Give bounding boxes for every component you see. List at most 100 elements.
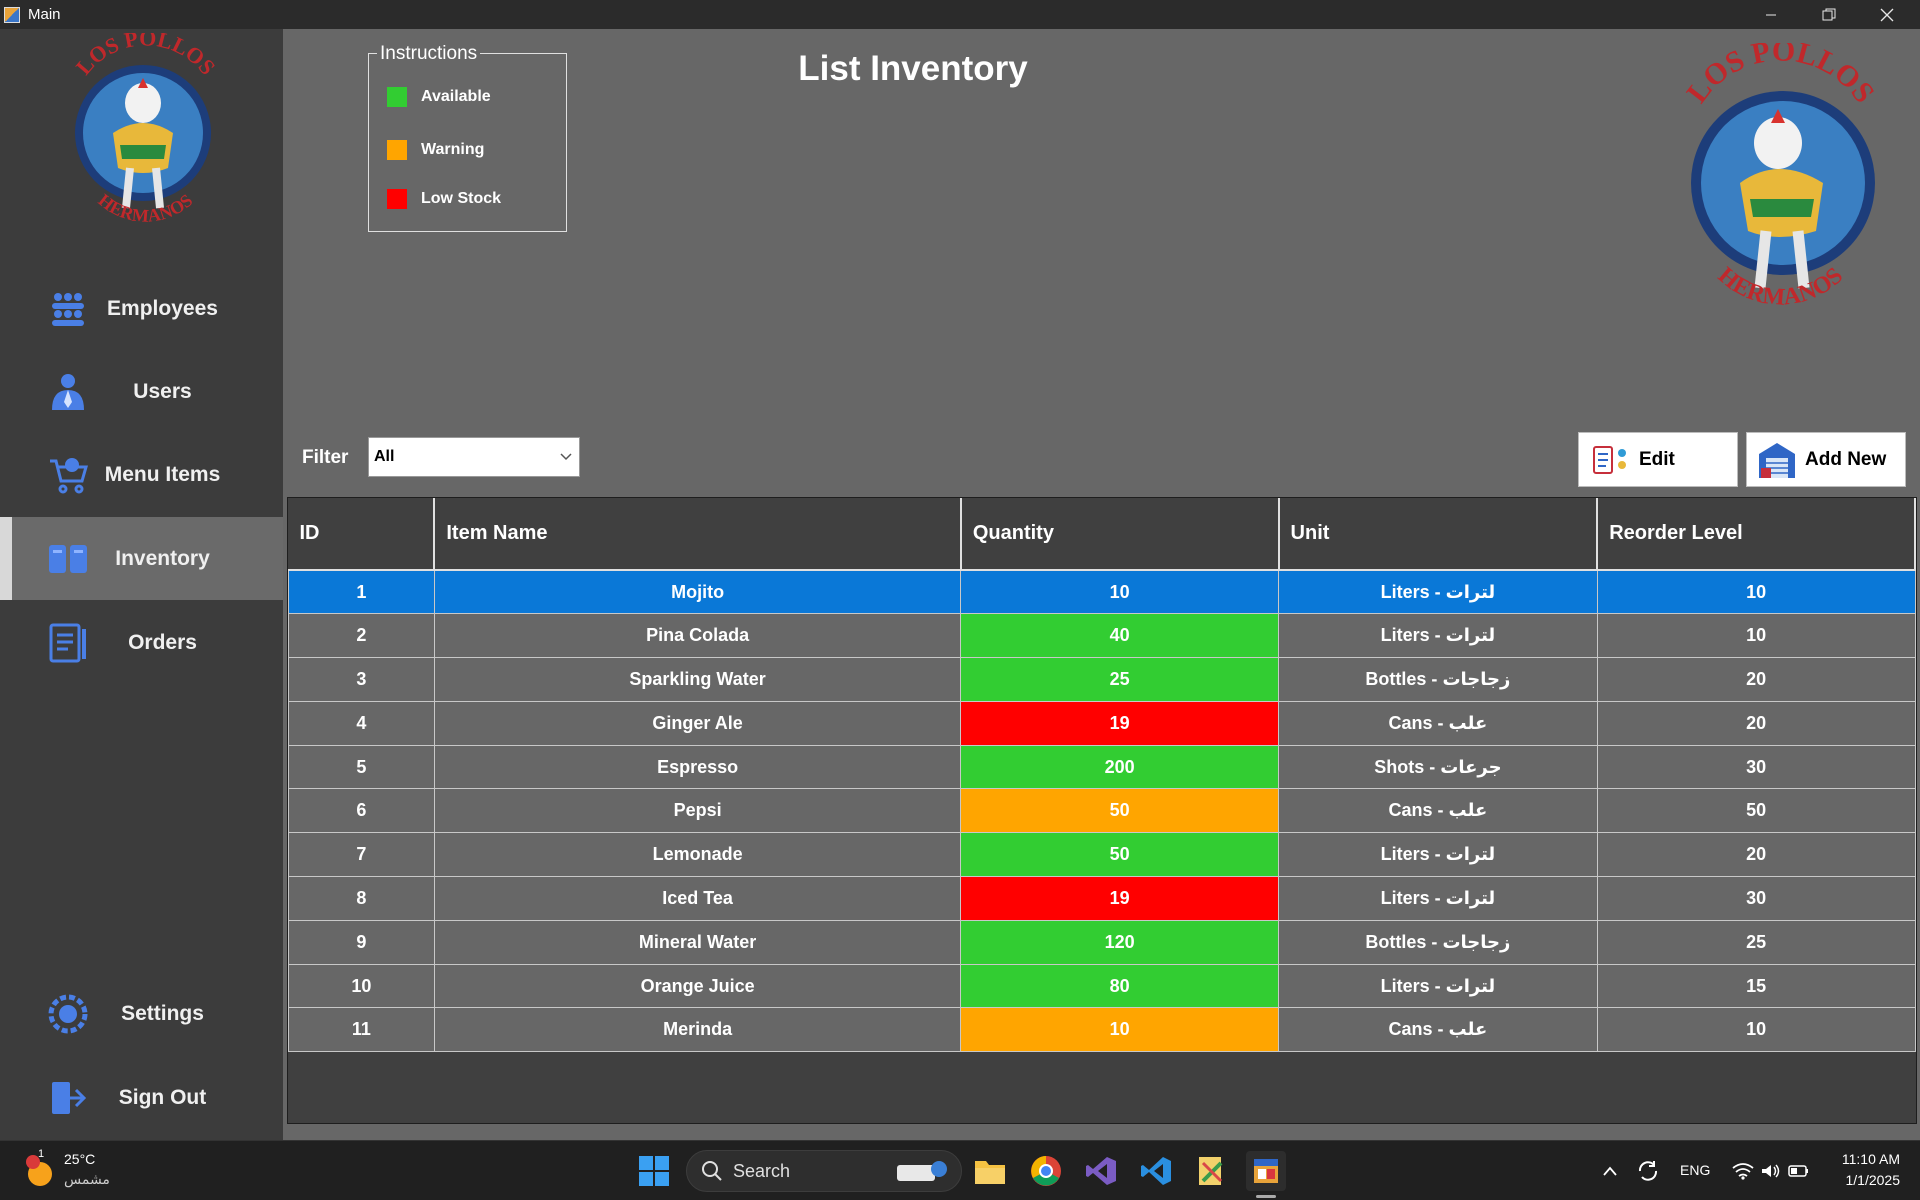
table-row[interactable]: 9 Mineral Water 120 Bottles - زجاجات 25 <box>288 919 1916 965</box>
column-header-unit[interactable]: Unit <box>1278 498 1599 571</box>
tools-app-button[interactable] <box>1191 1151 1231 1191</box>
sidebar-item-orders[interactable]: Orders <box>0 601 283 684</box>
cell-unit[interactable]: Cans - علب <box>1278 788 1598 834</box>
cell-item-name[interactable]: Ginger Ale <box>433 700 962 746</box>
chrome-button[interactable] <box>1026 1151 1066 1191</box>
cell-item-name[interactable]: Orange Juice <box>433 963 962 1009</box>
visual-studio-button[interactable] <box>1081 1151 1121 1191</box>
taskbar-search[interactable]: Search <box>686 1150 962 1192</box>
cell-quantity[interactable]: 10 <box>960 1007 1280 1053</box>
sidebar-item-menu-items[interactable]: Menu Items <box>0 433 283 516</box>
column-header-reorder-level[interactable]: Reorder Level <box>1597 498 1916 571</box>
inventory-grid[interactable]: ID Item Name Quantity Unit Reorder Level… <box>287 497 1917 1124</box>
table-row[interactable]: 7 Lemonade 50 Liters - لترات 20 <box>288 832 1916 878</box>
cell-unit[interactable]: Liters - لترات <box>1278 876 1598 921</box>
sidebar-item-sign-out[interactable]: Sign Out <box>0 1056 283 1139</box>
table-row[interactable]: 4 Ginger Ale 19 Cans - علب 20 <box>288 700 1916 746</box>
clock-time[interactable]: 11:10 AM <box>1830 1151 1900 1167</box>
sync-button[interactable] <box>1628 1151 1668 1191</box>
add-new-button[interactable]: Add New <box>1746 432 1906 487</box>
cell-reorder-level[interactable]: 20 <box>1596 657 1916 702</box>
cell-id[interactable]: 6 <box>288 788 435 834</box>
cell-unit[interactable]: Cans - علب <box>1278 700 1598 746</box>
cell-id[interactable]: 9 <box>288 919 435 965</box>
quick-settings-button[interactable] <box>1722 1151 1820 1191</box>
cell-id[interactable]: 2 <box>288 613 435 659</box>
column-header-item-name[interactable]: Item Name <box>434 498 962 571</box>
cell-item-name[interactable]: Sparkling Water <box>433 657 962 702</box>
cell-quantity[interactable]: 10 <box>960 569 1280 615</box>
cell-reorder-level[interactable]: 10 <box>1596 1007 1916 1053</box>
cell-quantity[interactable]: 50 <box>960 832 1280 878</box>
cell-unit[interactable]: Cans - علب <box>1278 1007 1598 1053</box>
cell-unit[interactable]: Bottles - زجاجات <box>1278 919 1598 965</box>
cell-id[interactable]: 7 <box>288 832 435 878</box>
sidebar-item-settings[interactable]: Settings <box>0 972 283 1055</box>
show-hidden-icons-button[interactable] <box>1590 1151 1630 1191</box>
cell-reorder-level[interactable]: 10 <box>1596 569 1916 615</box>
cell-id[interactable]: 10 <box>288 963 435 1009</box>
instructions-groupbox: Instructions Available Warning Low Stock <box>368 43 567 232</box>
cell-item-name[interactable]: Pina Colada <box>433 613 962 659</box>
cell-item-name[interactable]: Pepsi <box>433 788 962 834</box>
table-row[interactable]: 3 Sparkling Water 25 Bottles - زجاجات 20 <box>288 657 1916 702</box>
cell-quantity[interactable]: 19 <box>960 700 1280 746</box>
cell-unit[interactable]: Liters - لترات <box>1278 832 1598 878</box>
clock-date[interactable]: 1/1/2025 <box>1830 1172 1901 1188</box>
cell-item-name[interactable]: Espresso <box>433 744 962 790</box>
main-app-button[interactable] <box>1246 1151 1286 1191</box>
cell-quantity[interactable]: 200 <box>960 744 1280 790</box>
table-row[interactable]: 8 Iced Tea 19 Liters - لترات 30 <box>288 876 1916 921</box>
cell-id[interactable]: 8 <box>288 876 435 921</box>
cell-reorder-level[interactable]: 20 <box>1596 700 1916 746</box>
vscode-button[interactable] <box>1136 1151 1176 1191</box>
cell-reorder-level[interactable]: 20 <box>1596 832 1916 878</box>
cell-quantity[interactable]: 120 <box>960 919 1280 965</box>
minimize-button[interactable] <box>1742 0 1800 29</box>
column-header-quantity[interactable]: Quantity <box>960 498 1280 571</box>
cell-reorder-level[interactable]: 15 <box>1596 963 1916 1009</box>
cell-item-name[interactable]: Iced Tea <box>433 876 962 921</box>
cell-item-name[interactable]: Mojito <box>433 569 962 615</box>
cell-reorder-level[interactable]: 10 <box>1596 613 1916 659</box>
table-row[interactable]: 1 Mojito 10 Liters - لترات 10 <box>288 569 1916 615</box>
cell-unit[interactable]: Liters - لترات <box>1278 569 1598 615</box>
cell-quantity[interactable]: 40 <box>960 613 1280 659</box>
cell-unit[interactable]: Bottles - زجاجات <box>1278 657 1598 702</box>
edit-button[interactable]: Edit <box>1578 432 1738 487</box>
sidebar-item-users[interactable]: Users <box>0 350 283 433</box>
cell-unit[interactable]: Shots - جرعات <box>1278 744 1598 790</box>
file-explorer-button[interactable] <box>970 1151 1010 1191</box>
table-row[interactable]: 2 Pina Colada 40 Liters - لترات 10 <box>288 613 1916 659</box>
sidebar-item-employees[interactable]: Employees <box>0 267 283 350</box>
cell-reorder-level[interactable]: 50 <box>1596 788 1916 834</box>
cell-item-name[interactable]: Merinda <box>433 1007 962 1053</box>
cell-reorder-level[interactable]: 25 <box>1596 919 1916 965</box>
cell-id[interactable]: 5 <box>288 744 435 790</box>
cell-unit[interactable]: Liters - لترات <box>1278 963 1598 1009</box>
cell-item-name[interactable]: Mineral Water <box>433 919 962 965</box>
cell-quantity[interactable]: 19 <box>960 876 1280 921</box>
table-row[interactable]: 6 Pepsi 50 Cans - علب 50 <box>288 788 1916 834</box>
cell-id[interactable]: 4 <box>288 700 435 746</box>
table-row[interactable]: 11 Merinda 10 Cans - علب 10 <box>288 1007 1916 1053</box>
cell-quantity[interactable]: 25 <box>960 657 1280 702</box>
cell-quantity[interactable]: 80 <box>960 963 1280 1009</box>
cell-item-name[interactable]: Lemonade <box>433 832 962 878</box>
cell-id[interactable]: 11 <box>288 1007 435 1053</box>
cell-reorder-level[interactable]: 30 <box>1596 744 1916 790</box>
cell-reorder-level[interactable]: 30 <box>1596 876 1916 921</box>
column-header-id[interactable]: ID <box>288 498 436 571</box>
cell-id[interactable]: 1 <box>288 569 435 615</box>
start-button[interactable] <box>634 1151 674 1191</box>
language-indicator[interactable]: ENG <box>1680 1162 1710 1178</box>
cell-id[interactable]: 3 <box>288 657 435 702</box>
table-row[interactable]: 5 Espresso 200 Shots - جرعات 30 <box>288 744 1916 790</box>
filter-dropdown[interactable]: All <box>368 437 580 477</box>
close-button[interactable] <box>1858 0 1916 29</box>
sidebar-item-inventory[interactable]: Inventory <box>0 517 283 600</box>
table-row[interactable]: 10 Orange Juice 80 Liters - لترات 15 <box>288 963 1916 1009</box>
cell-unit[interactable]: Liters - لترات <box>1278 613 1598 659</box>
restore-button[interactable] <box>1800 0 1858 29</box>
cell-quantity[interactable]: 50 <box>960 788 1280 834</box>
